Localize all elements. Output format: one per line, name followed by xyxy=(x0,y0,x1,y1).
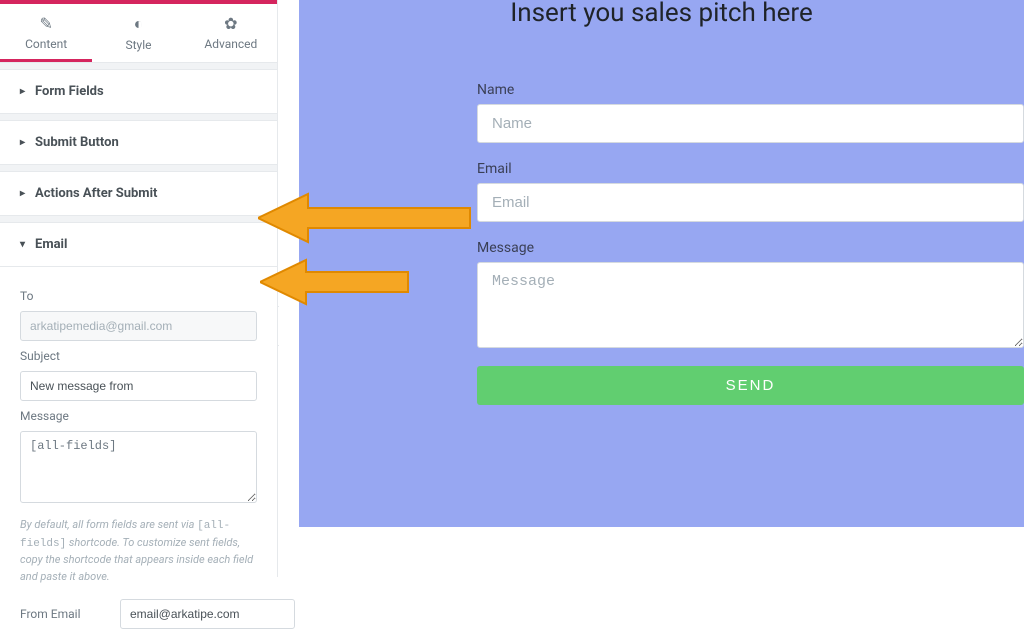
tab-label: Advanced xyxy=(204,37,257,51)
section-email-body: To Subject Message By default, all form … xyxy=(0,267,277,629)
send-button[interactable]: SEND xyxy=(477,366,1024,405)
section-form-fields[interactable]: ▸ Form Fields xyxy=(0,69,277,114)
section-title: Submit Button xyxy=(35,135,119,150)
caret-right-icon: ▸ xyxy=(20,137,25,148)
help-text: By default, all form fields are sent via… xyxy=(20,517,257,585)
to-label: To xyxy=(20,289,257,303)
pencil-icon: ✎ xyxy=(0,14,92,33)
contact-form: Name Email Message SEND xyxy=(477,82,1024,405)
from-email-label: From Email xyxy=(20,607,120,621)
subject-label: Subject xyxy=(20,349,257,363)
message-textarea[interactable] xyxy=(477,262,1024,348)
gear-icon: ✿ xyxy=(185,14,277,33)
hero-section: Insert you sales pitch here Name Email M… xyxy=(299,0,1024,527)
editor-sidebar: ✎ Content ◐ Style ✿ Advanced ▸ Form Fiel… xyxy=(0,0,278,577)
name-input[interactable] xyxy=(477,104,1024,143)
tab-label: Style xyxy=(125,38,151,52)
section-title: Email xyxy=(35,237,67,252)
email-input[interactable] xyxy=(477,183,1024,222)
preview-canvas: Insert you sales pitch here Name Email M… xyxy=(279,0,1024,577)
caret-right-icon: ▸ xyxy=(20,86,25,97)
message-label: Message xyxy=(20,409,257,423)
to-input[interactable] xyxy=(20,311,257,341)
section-submit-button[interactable]: ▸ Submit Button xyxy=(0,120,277,165)
section-actions-after-submit[interactable]: ▸ Actions After Submit xyxy=(0,171,277,216)
section-title: Form Fields xyxy=(35,84,104,99)
section-title: Actions After Submit xyxy=(35,186,157,201)
tab-advanced[interactable]: ✿ Advanced xyxy=(185,4,277,62)
tabs: ✎ Content ◐ Style ✿ Advanced xyxy=(0,4,277,63)
contrast-icon: ◐ xyxy=(92,14,184,34)
message-textarea[interactable] xyxy=(20,431,257,503)
name-label: Name xyxy=(477,82,1024,98)
from-email-input[interactable] xyxy=(120,599,295,629)
tab-label: Content xyxy=(25,37,67,51)
email-label: Email xyxy=(477,161,1024,177)
message-label: Message xyxy=(477,240,1024,256)
tab-content[interactable]: ✎ Content xyxy=(0,4,92,62)
caret-right-icon: ▸ xyxy=(20,188,25,199)
subject-input[interactable] xyxy=(20,371,257,401)
section-email[interactable]: ▾ Email xyxy=(0,222,277,267)
from-email-row: From Email xyxy=(20,599,257,629)
caret-down-icon: ▾ xyxy=(20,239,25,250)
hero-title: Insert you sales pitch here xyxy=(299,0,1024,28)
help-prefix: By default, all form fields are sent via xyxy=(20,518,197,531)
tab-style[interactable]: ◐ Style xyxy=(92,4,184,62)
